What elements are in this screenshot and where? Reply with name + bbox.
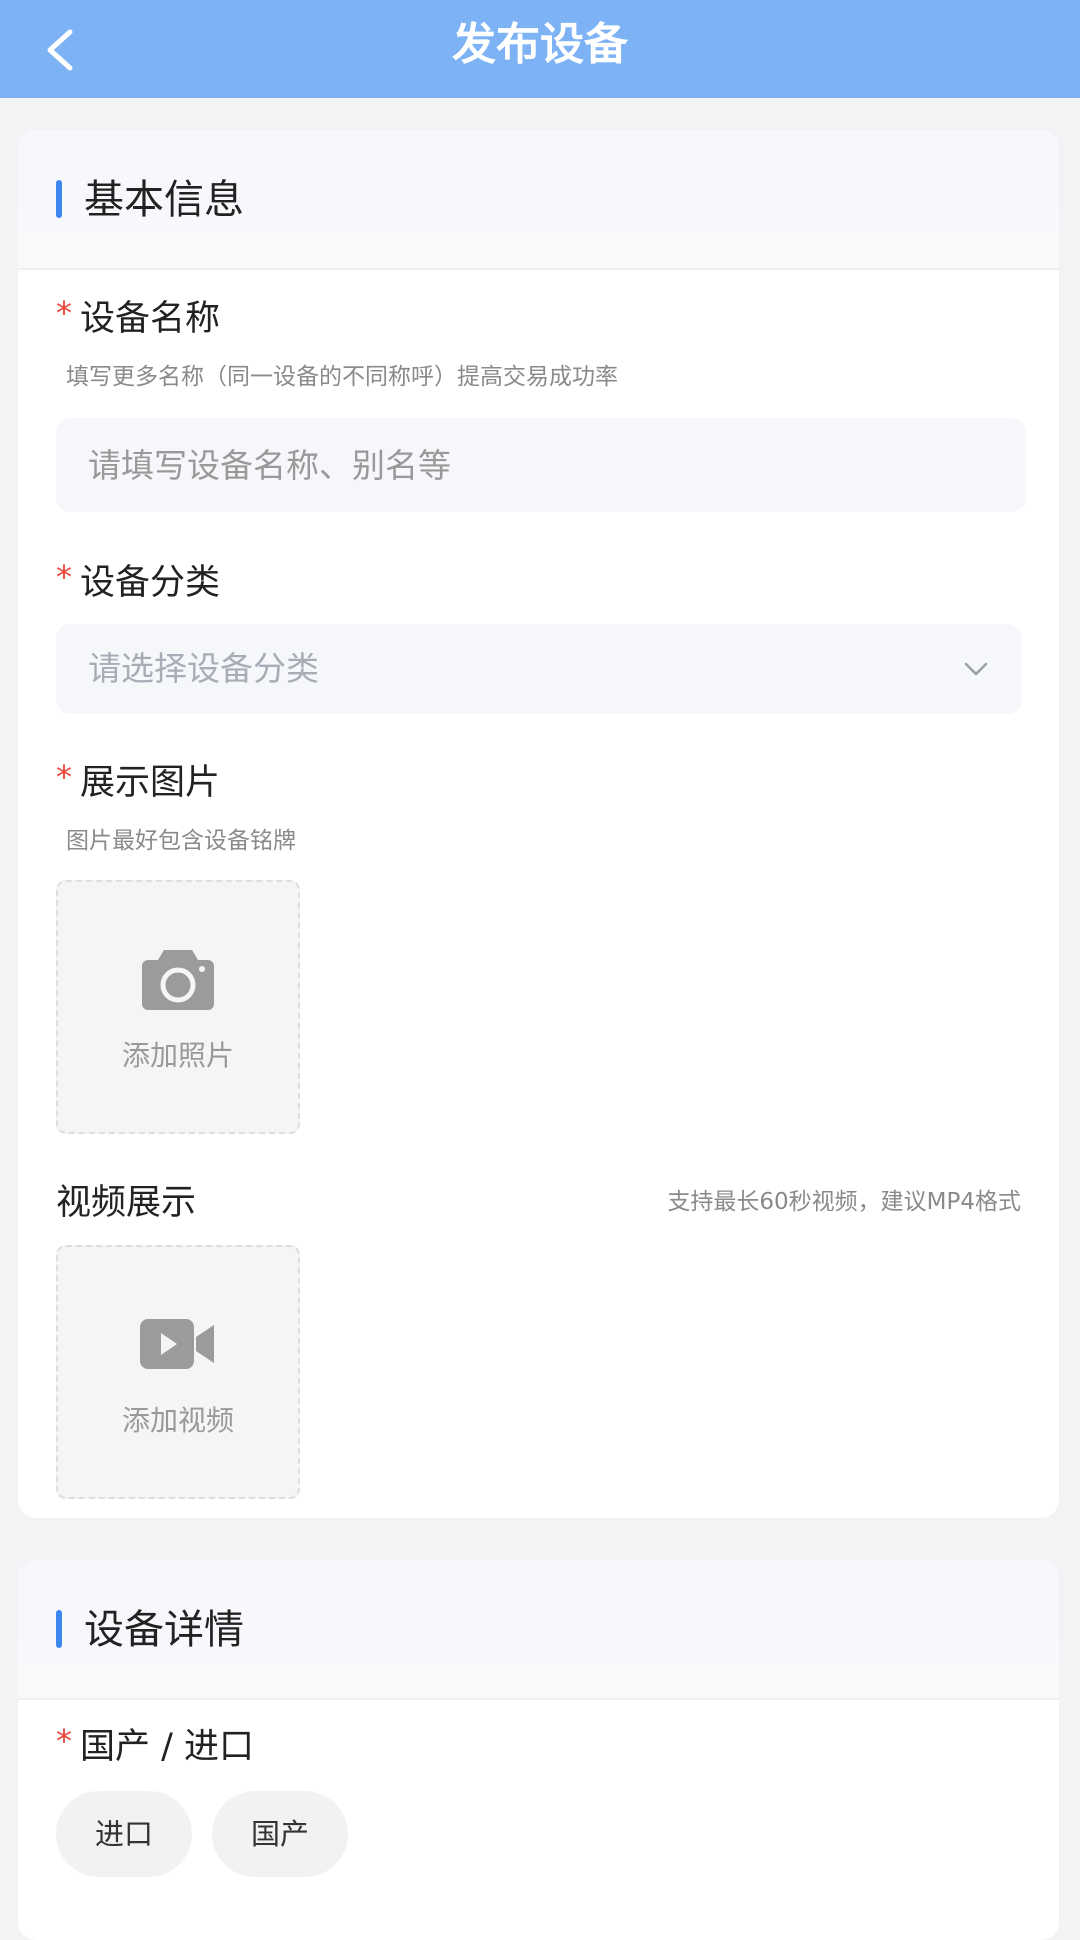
device-name-label-text: 设备名称: [80, 299, 221, 339]
basic-info-card: 基本信息 *设备名称 填写更多名称（同一设备的不同称呼）提高交易成功率 *设备分…: [18, 130, 1059, 1518]
section-accent-bar: [56, 180, 62, 218]
video-camera-icon: [140, 1319, 214, 1369]
section-accent-bar: [56, 1610, 62, 1648]
page-title: 发布设备: [452, 19, 628, 70]
add-photo-label: 添加照片: [121, 1039, 234, 1072]
details-title: 设备详情: [84, 1607, 244, 1653]
camera-icon: [142, 950, 214, 1010]
chevron-down-icon: [964, 662, 988, 676]
origin-option-import[interactable]: 进口: [56, 1791, 192, 1877]
device-name-hint: 填写更多名称（同一设备的不同称呼）提高交易成功率: [66, 364, 618, 390]
top-bar: 发布设备: [0, 0, 1080, 98]
required-mark: *: [56, 294, 72, 332]
origin-label: * 国产 / 进口: [56, 1722, 254, 1772]
required-mark: *: [56, 558, 72, 596]
video-label: 视频展示: [56, 1183, 197, 1223]
required-mark: *: [56, 1722, 72, 1760]
origin-option-domestic[interactable]: 国产: [212, 1791, 348, 1877]
device-category-select[interactable]: 请选择设备分类: [56, 624, 1022, 714]
video-hint: 支持最长60秒视频，建议MP4格式: [667, 1189, 1021, 1215]
device-name-input[interactable]: [56, 418, 1026, 512]
display-images-label-text: 展示图片: [80, 763, 221, 803]
display-images-label: * 展示图片: [56, 758, 220, 808]
device-name-label: * 设备名称: [56, 294, 220, 344]
details-header: 设备详情: [18, 1560, 1059, 1700]
basic-info-title: 基本信息: [84, 177, 244, 223]
add-video-button[interactable]: 添加视频: [56, 1245, 300, 1499]
basic-info-header: 基本信息: [18, 130, 1059, 270]
device-category-label: * 设备分类: [56, 558, 220, 608]
required-mark: *: [56, 758, 72, 796]
display-images-hint: 图片最好包含设备铭牌: [66, 828, 296, 854]
device-category-placeholder: 请选择设备分类: [88, 649, 319, 688]
device-category-label-text: 设备分类: [80, 563, 221, 603]
add-video-label: 添加视频: [121, 1404, 234, 1437]
details-card: 设备详情 * 国产 / 进口 进口 国产: [18, 1560, 1059, 1940]
origin-label-text: 国产 / 进口: [80, 1727, 255, 1767]
add-photo-button[interactable]: 添加照片: [56, 880, 300, 1134]
